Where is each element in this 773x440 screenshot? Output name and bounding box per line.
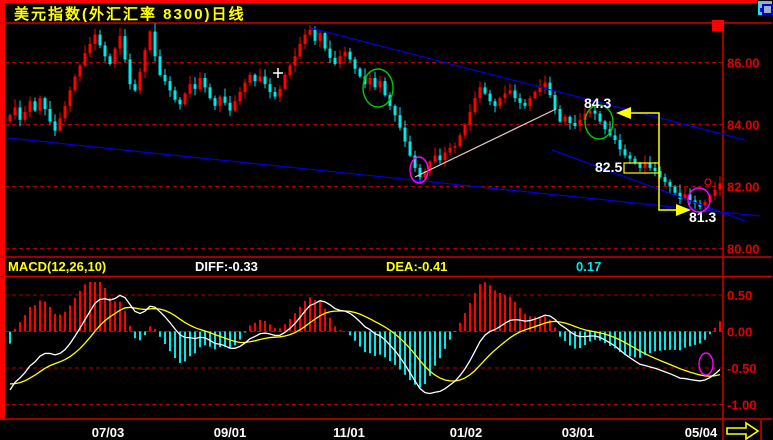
- svg-text:0.00: 0.00: [727, 325, 752, 340]
- dea-value-label: DEA:-0.41: [386, 259, 448, 274]
- svg-text:03/01: 03/01: [562, 425, 595, 440]
- diff-value-label: DIFF:-0.33: [195, 259, 258, 274]
- svg-text:86.00: 86.00: [727, 56, 760, 71]
- svg-text:-1.00: -1.00: [727, 398, 757, 413]
- macd-panel: [9, 282, 721, 395]
- svg-text:82.5: 82.5: [595, 159, 622, 175]
- svg-text:84.3: 84.3: [584, 95, 611, 111]
- svg-text:-0.50: -0.50: [727, 361, 757, 376]
- last-bar-marker: [704, 178, 712, 186]
- indicator-info-bar: MACD(12,26,10) DIFF:-0.33 DEA:-0.41 0.17: [0, 258, 723, 276]
- svg-text:11/01: 11/01: [333, 425, 365, 440]
- scroll-right-arrow[interactable]: [726, 421, 760, 440]
- axis-top-marker: [712, 20, 724, 31]
- svg-text:0.50: 0.50: [727, 288, 752, 303]
- svg-text:81.3: 81.3: [689, 209, 716, 225]
- ellipse-annotations: [362, 68, 714, 376]
- svg-text:05/04: 05/04: [685, 425, 718, 440]
- svg-text:82.00: 82.00: [727, 180, 760, 195]
- candles: [8, 23, 722, 212]
- date-axis: 07/03 09/01 11/01 01/02 03/01 05/04: [92, 425, 718, 440]
- svg-text:80.00: 80.00: [727, 242, 760, 257]
- macd-bar-value-label: 0.17: [576, 259, 602, 274]
- svg-text:84.00: 84.00: [727, 118, 760, 133]
- svg-text:07/03: 07/03: [92, 425, 125, 440]
- svg-text:01/02: 01/02: [450, 425, 483, 440]
- mouse-crosshair-cursor: [273, 68, 283, 78]
- macd-params-label: MACD(12,26,10): [8, 259, 107, 274]
- gridlines: 86.00 84.00 82.00 80.00 0.50 0.00 -0.50 -1.00: [5, 56, 760, 413]
- chart-window: 美元指数(外汇汇率 8300)日线 86.00 84.00 82.00 80.00 0.…: [0, 0, 773, 440]
- candlestick-chart-canvas[interactable]: 86.00 84.00 82.00 80.00 0.50 0.00 -0.50 -1.00 07…: [0, 0, 773, 440]
- svg-text:09/01: 09/01: [214, 425, 247, 440]
